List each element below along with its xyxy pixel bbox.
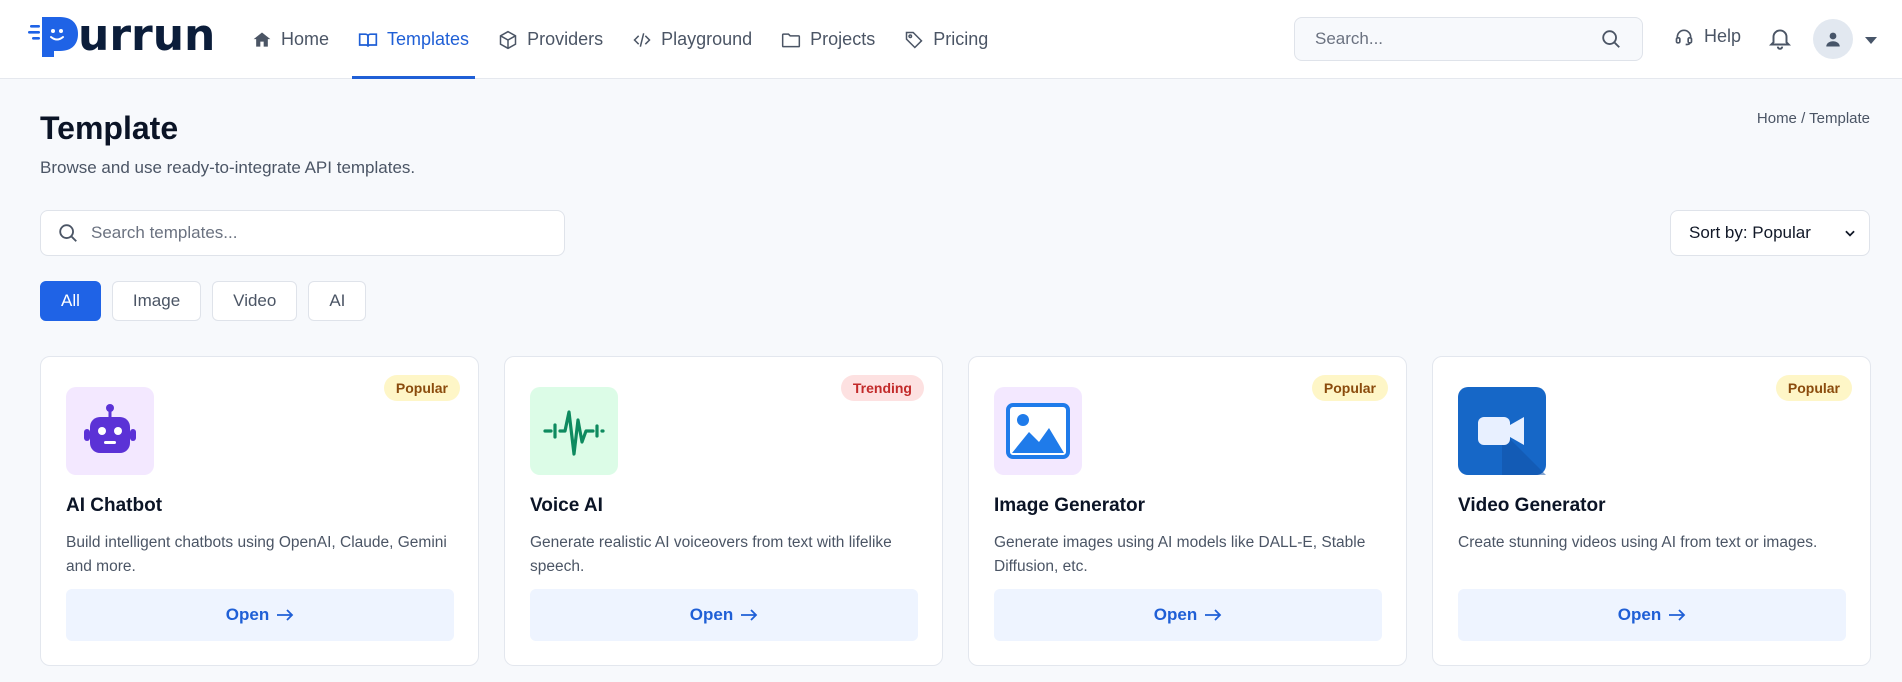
waveform-icon bbox=[530, 387, 618, 475]
nav-playground[interactable]: Playground bbox=[620, 0, 764, 79]
template-search bbox=[40, 210, 565, 256]
nav-pricing-label: Pricing bbox=[933, 29, 989, 49]
nav-home-label: Home bbox=[281, 29, 330, 49]
cube-icon bbox=[499, 30, 517, 49]
nav-projects[interactable]: Projects bbox=[769, 0, 887, 79]
status-badge: Popular bbox=[1311, 375, 1388, 401]
nav-templates[interactable]: Templates bbox=[346, 0, 481, 79]
card-description: Generate images using AI models like DAL… bbox=[994, 534, 1366, 575]
template-search-input[interactable] bbox=[91, 223, 548, 243]
open-button-label: Open bbox=[689, 605, 734, 624]
user-avatar[interactable] bbox=[1813, 19, 1853, 59]
brand-name: urrun bbox=[78, 10, 216, 61]
folder-icon bbox=[782, 32, 801, 47]
open-button-label: Open bbox=[1617, 605, 1662, 624]
search-icon[interactable] bbox=[1600, 28, 1622, 50]
card-title: Image Generator bbox=[994, 495, 1145, 516]
robot-icon bbox=[66, 387, 154, 475]
global-search-input[interactable] bbox=[1315, 29, 1600, 49]
nav-pricing[interactable]: Pricing bbox=[892, 0, 1000, 79]
account-menu-toggle[interactable] bbox=[1864, 33, 1878, 51]
card-title: Video Generator bbox=[1458, 495, 1606, 516]
status-badge: Popular bbox=[383, 375, 460, 401]
page-subtitle: Browse and use ready-to-integrate API te… bbox=[40, 158, 416, 177]
open-button[interactable]: Open bbox=[1458, 589, 1846, 641]
nav-providers-label: Providers bbox=[527, 29, 604, 49]
card-description: Generate realistic AI voiceovers from te… bbox=[530, 534, 892, 575]
global-search bbox=[1294, 17, 1643, 61]
main-nav: Home Templates Providers Playground Proj… bbox=[240, 0, 1005, 79]
template-card-voice-ai: Trending Voice AI Generate realistic AI … bbox=[504, 356, 943, 666]
nav-playground-label: Playground bbox=[661, 29, 753, 49]
template-grid: Popular AI Chatbot Build intelligent cha… bbox=[40, 356, 1871, 666]
nav-projects-label: Projects bbox=[810, 29, 876, 49]
sort-select-value: Sort by: Popular bbox=[1689, 223, 1811, 242]
filter-video[interactable]: Video bbox=[212, 281, 298, 321]
tag-icon bbox=[905, 31, 923, 49]
open-button[interactable]: Open bbox=[530, 589, 918, 641]
caret-down-icon bbox=[1865, 37, 1877, 44]
arrow-right-icon bbox=[277, 609, 294, 621]
open-button[interactable]: Open bbox=[66, 589, 454, 641]
card-title: Voice AI bbox=[530, 495, 603, 516]
brand-logo[interactable]: urrun bbox=[28, 12, 215, 60]
template-card-image-generator: Popular Image Generator Generate images … bbox=[968, 356, 1407, 666]
card-description: Create stunning videos using AI from tex… bbox=[1458, 534, 1818, 551]
chevron-down-icon bbox=[1845, 230, 1855, 237]
sort-select[interactable]: Sort by: Popular bbox=[1670, 210, 1870, 256]
page-title: Template bbox=[40, 110, 179, 146]
headset-icon bbox=[1675, 29, 1693, 45]
help-link[interactable]: Help bbox=[1674, 26, 1741, 47]
nav-home[interactable]: Home bbox=[240, 0, 341, 79]
code-icon bbox=[633, 32, 651, 47]
filter-image[interactable]: Image bbox=[111, 281, 202, 321]
search-icon bbox=[59, 224, 77, 242]
help-label: Help bbox=[1704, 26, 1742, 46]
arrow-right-icon bbox=[741, 609, 758, 621]
template-card-ai-chatbot: Popular AI Chatbot Build intelligent cha… bbox=[40, 356, 479, 666]
user-icon bbox=[1826, 32, 1840, 47]
open-button[interactable]: Open bbox=[994, 589, 1382, 641]
status-badge: Trending bbox=[840, 375, 924, 401]
video-camera-icon bbox=[1458, 387, 1546, 475]
category-filters: All Image Video AI bbox=[40, 281, 367, 321]
open-button-label: Open bbox=[225, 605, 270, 624]
nav-providers[interactable]: Providers bbox=[486, 0, 615, 79]
bell-icon bbox=[1768, 29, 1792, 50]
status-badge: Popular bbox=[1775, 375, 1852, 401]
arrow-right-icon bbox=[1205, 609, 1222, 621]
image-icon bbox=[994, 387, 1082, 475]
template-card-video-generator: Popular Video Generator Create stunning … bbox=[1432, 356, 1871, 666]
open-button-label: Open bbox=[1153, 605, 1198, 624]
card-description: Build intelligent chatbots using OpenAI,… bbox=[66, 534, 447, 575]
breadcrumb[interactable]: Home / Template bbox=[1757, 110, 1870, 127]
home-icon bbox=[253, 32, 271, 47]
book-open-icon bbox=[358, 32, 378, 47]
notifications-button[interactable] bbox=[1767, 25, 1793, 56]
filter-all[interactable]: All bbox=[40, 281, 101, 321]
card-title: AI Chatbot bbox=[66, 495, 163, 516]
arrow-right-icon bbox=[1669, 609, 1686, 621]
top-navigation-bar: urrun Home Templates Providers Playgroun… bbox=[0, 0, 1902, 79]
nav-templates-label: Templates bbox=[387, 29, 470, 49]
filter-ai[interactable]: AI bbox=[308, 281, 367, 321]
logo-mascot-icon bbox=[28, 13, 80, 59]
